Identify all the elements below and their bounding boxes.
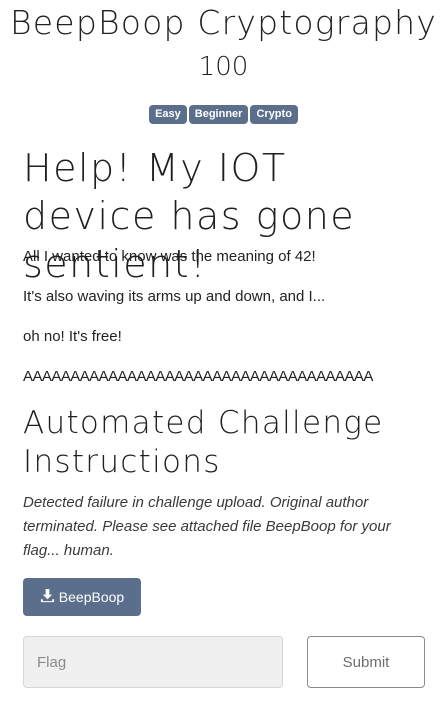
tag-list: Easy Beginner Crypto <box>0 105 447 124</box>
challenge-window: BeepBoop Cryptography 100 Easy Beginner … <box>0 0 447 701</box>
description-paragraph: It's also waving its arms up and down, a… <box>23 288 326 305</box>
submit-button[interactable]: Submit <box>307 636 425 688</box>
tag-crypto: Crypto <box>250 105 298 124</box>
tag-beginner: Beginner <box>188 105 249 124</box>
challenge-title: BeepBoop Cryptography <box>10 3 437 42</box>
download-icon <box>40 588 59 606</box>
flag-input[interactable] <box>23 636 283 688</box>
download-file-label: BeepBoop <box>58 589 125 605</box>
challenge-points: 100 <box>198 52 249 82</box>
description-paragraph: AAAAAAAAAAAAAAAAAAAAAAAAAAAAAAAAAAAAA <box>23 368 373 385</box>
instructions-heading: Automated Challenge Instructions <box>23 405 384 480</box>
description-paragraph: oh no! It's free! <box>23 328 122 345</box>
tag-easy: Easy <box>149 105 187 124</box>
description-paragraph: All I wanted to know was the meaning of … <box>23 248 316 265</box>
download-file-button[interactable]: BeepBoop <box>23 578 141 616</box>
instructions-text: Detected failure in challenge upload. Or… <box>23 494 391 559</box>
